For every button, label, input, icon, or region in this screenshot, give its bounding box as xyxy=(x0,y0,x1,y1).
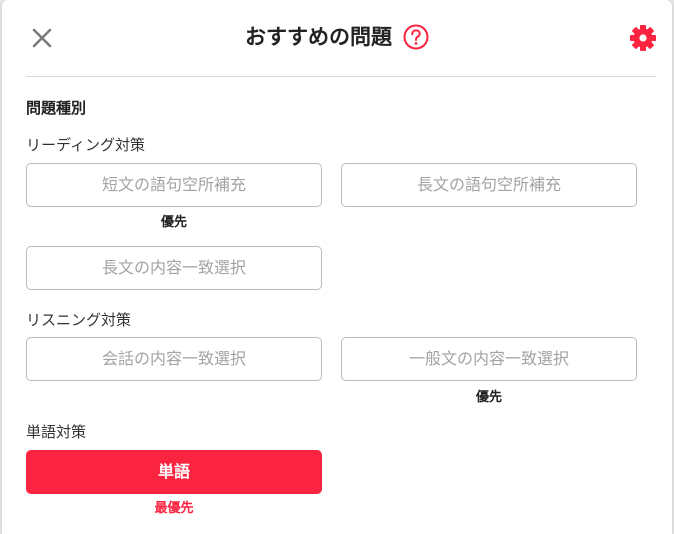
question-circle-icon xyxy=(403,24,429,50)
help-button[interactable] xyxy=(403,24,429,50)
option-long-passage-comprehension[interactable]: 長文の内容一致選択 xyxy=(26,246,322,290)
priority-badge: 優先 xyxy=(160,215,187,230)
title-row: おすすめの問題 xyxy=(2,20,672,54)
recommended-questions-dialog: おすすめの問題 問題種別 リーディング対策 短文の語句空所補充 優先 長文の語句… xyxy=(2,0,672,534)
option-conversation-comprehension[interactable]: 会話の内容一致選択 xyxy=(26,337,322,381)
section-title-question-type: 問題種別 xyxy=(26,99,87,117)
option-short-sentence-fill[interactable]: 短文の語句空所補充 xyxy=(26,163,322,207)
option-long-passage-fill[interactable]: 長文の語句空所補充 xyxy=(341,163,637,207)
priority-badge: 優先 xyxy=(475,390,502,405)
dialog-title: おすすめの問題 xyxy=(244,25,392,49)
listening-group-label: リスニング対策 xyxy=(26,311,132,329)
reading-group-label: リーディング対策 xyxy=(26,136,145,154)
option-vocabulary[interactable]: 単語 xyxy=(26,450,322,494)
gear-icon xyxy=(630,25,656,51)
header-divider xyxy=(26,76,656,77)
settings-button[interactable] xyxy=(628,23,658,53)
vocabulary-group-label: 単語対策 xyxy=(26,423,87,441)
dialog-header: おすすめの問題 xyxy=(2,0,672,76)
top-priority-badge: 最優先 xyxy=(154,501,194,516)
option-general-text-comprehension[interactable]: 一般文の内容一致選択 xyxy=(341,337,637,381)
